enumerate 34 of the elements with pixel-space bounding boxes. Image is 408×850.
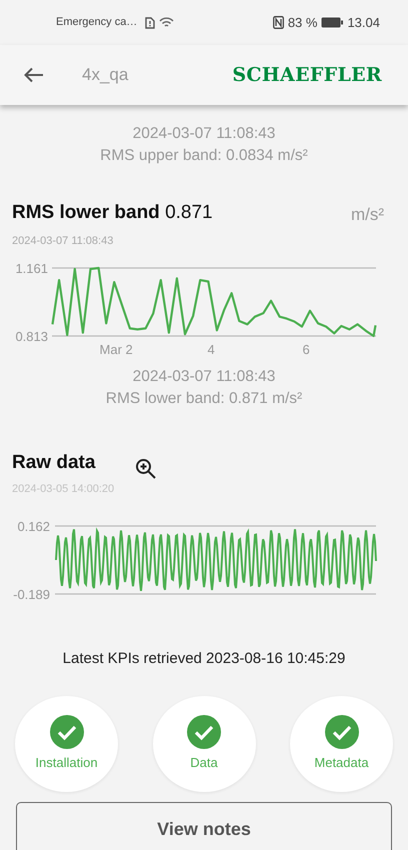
axis-label: 6	[302, 342, 310, 356]
wifi-icon	[159, 17, 174, 28]
unit-label: m/s²	[350, 204, 384, 226]
timestamp-text: 2024-03-07 11:08:43	[12, 234, 114, 246]
timestamp-text: 2024-03-07 11:08:43	[132, 368, 276, 384]
status-text: Latest KPIs retrieved 2023-08-16 10:45:29	[62, 650, 346, 666]
axis-label: Mar 2	[100, 342, 133, 356]
timestamp-text: 2024-03-07 11:08:43	[132, 125, 276, 142]
status-button[interactable]: Installation	[15, 696, 118, 792]
check-icon	[50, 715, 84, 750]
status-button[interactable]: Data	[152, 696, 256, 792]
check-icon	[324, 715, 358, 750]
sim-card-icon	[145, 16, 156, 28]
axis-label: 1.161	[15, 260, 48, 276]
axis-label: 0.162	[17, 518, 50, 534]
reading-text: RMS lower band: 0.871 m/s²	[106, 390, 302, 406]
battery-icon	[321, 17, 344, 28]
clock-text: 13.04	[347, 14, 380, 32]
zoom-in-icon[interactable]	[135, 458, 158, 482]
page-title: 4x_qa	[82, 64, 128, 86]
view-notes-button[interactable]: View notes	[16, 802, 392, 850]
axis-label: 4	[208, 342, 215, 356]
status-button[interactable]: Metadata	[290, 696, 393, 792]
chart-title: Raw data	[12, 451, 96, 476]
check-icon	[187, 715, 221, 750]
battery-percent: 83 %	[288, 14, 318, 32]
back-arrow-icon	[24, 66, 44, 83]
reading-text: RMS upper band: 0.0834 m/s²	[100, 147, 308, 164]
nfc-icon	[272, 16, 284, 29]
axis-label: -0.189	[13, 586, 50, 600]
brand-logo: SCHAEFFLER	[232, 62, 382, 88]
axis-label: 0.813	[15, 328, 48, 344]
notification-text: Emergency ca…	[56, 15, 138, 30]
chart-title: RMS lower band 0.871	[12, 201, 213, 225]
